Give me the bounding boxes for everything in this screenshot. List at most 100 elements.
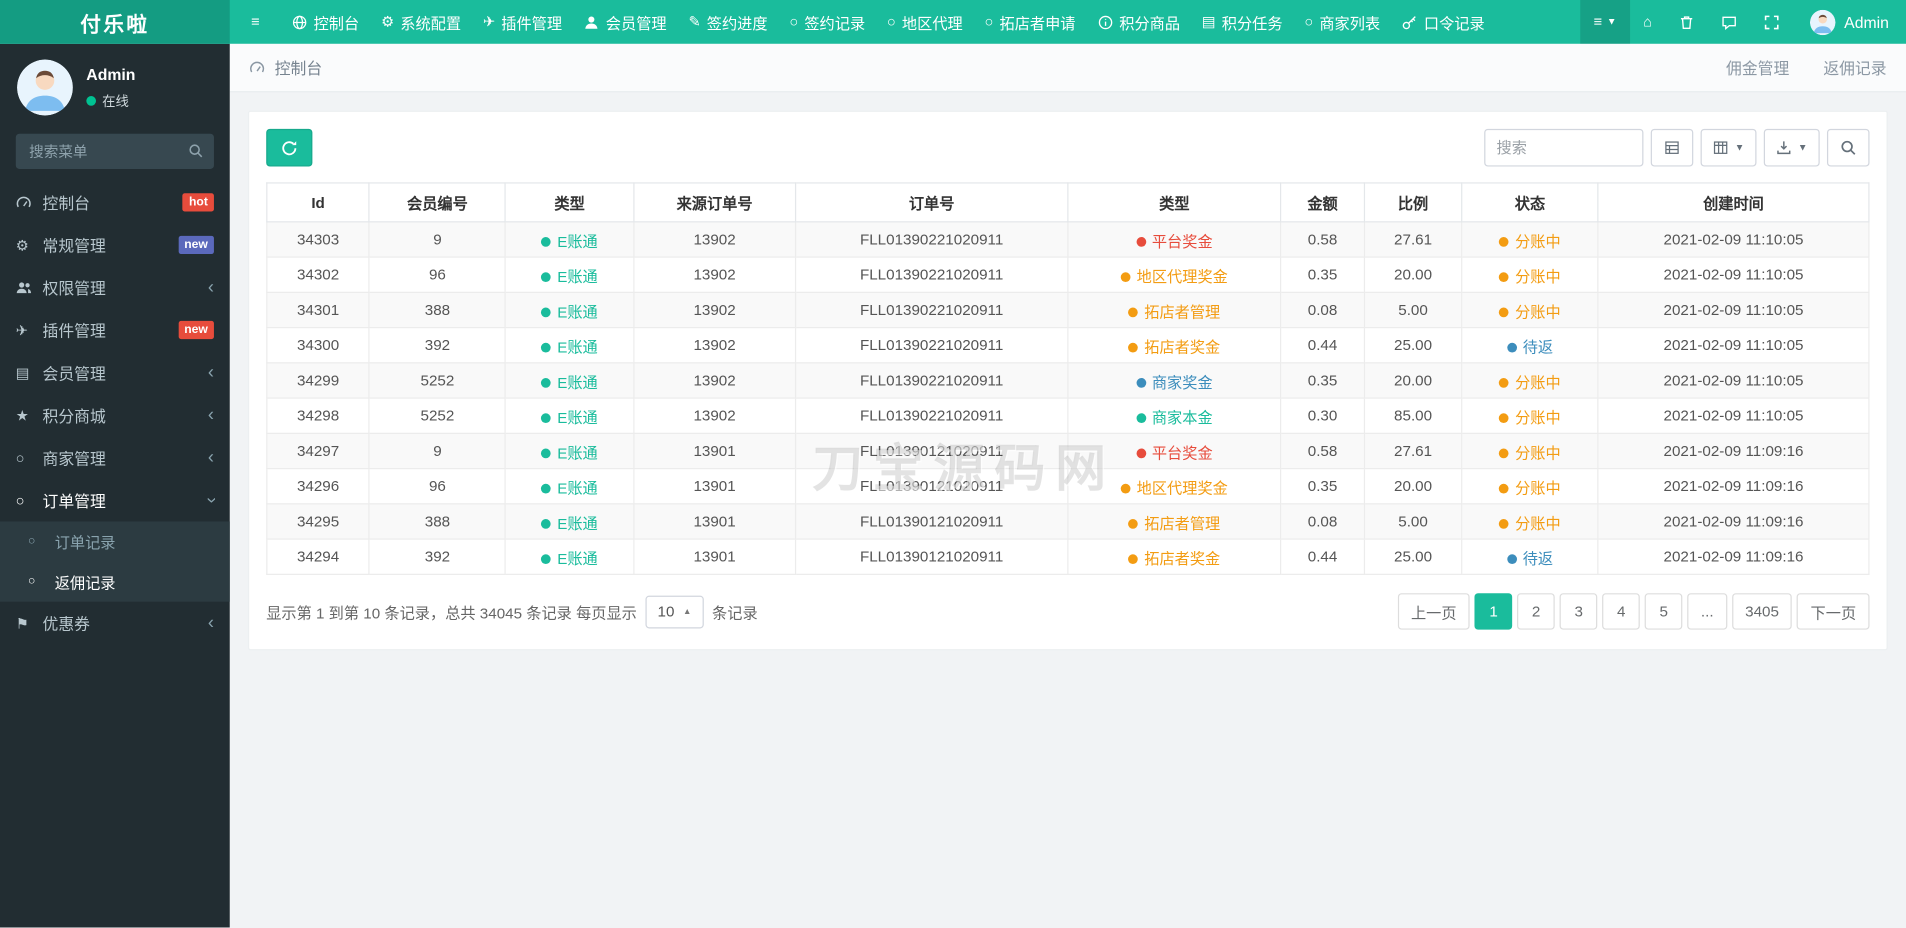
top-nav-item-addon-manage[interactable]: ✈ 插件管理 bbox=[472, 0, 573, 44]
status-dot-icon bbox=[1499, 378, 1510, 388]
account-type-link[interactable]: E账通 bbox=[541, 374, 598, 391]
fullscreen-button[interactable] bbox=[1751, 0, 1794, 44]
sidebar-item-general-manage[interactable]: ⚙ 常规管理 new bbox=[0, 224, 230, 267]
account-type-link[interactable]: E账通 bbox=[541, 515, 598, 532]
account-type-link[interactable]: E账通 bbox=[541, 550, 598, 567]
user-menu[interactable]: Admin bbox=[1793, 0, 1906, 44]
page-button-3405[interactable]: 3405 bbox=[1731, 593, 1793, 630]
account-type-link[interactable]: E账通 bbox=[541, 268, 598, 285]
top-nav-item-system-config[interactable]: ⚙ 系统配置 bbox=[370, 0, 472, 44]
message-button[interactable] bbox=[1708, 0, 1751, 44]
cell-created-at: 2021-02-09 11:09:16 bbox=[1597, 467, 1870, 505]
account-type-link[interactable]: E账通 bbox=[541, 303, 598, 320]
username-label: Admin bbox=[1844, 12, 1889, 31]
refresh-button[interactable] bbox=[266, 128, 313, 167]
account-type-link[interactable]: E账通 bbox=[541, 480, 598, 497]
top-nav-item-member-manage[interactable]: 会员管理 bbox=[573, 0, 678, 44]
top-nav-item-token-records[interactable]: 口令记录 bbox=[1391, 0, 1496, 44]
status-label: 分账中 bbox=[1499, 480, 1561, 497]
table-row: 34294 392 E账通 13901 FLL01390121020911 拓店者奖金 0.… bbox=[266, 538, 1870, 575]
page: 付乐啦 ≡ 控制台 ⚙ 系统配置 ✈ 插件管理 会员管理 ✎ 签约进度 ○ 签约记录 ○ 地区代理 ○ 拓… bbox=[0, 0, 1906, 928]
account-type-link[interactable]: E账通 bbox=[541, 233, 598, 250]
prev-page-button[interactable]: 上一页 bbox=[1397, 593, 1470, 630]
breadcrumb[interactable]: 控制台 bbox=[249, 56, 322, 79]
sidebar-item-auth-manage[interactable]: 权限管理 ‹ bbox=[0, 266, 230, 309]
table-row: 34298 5252 E账通 13902 FLL01390221020911 商家本金 0.… bbox=[266, 397, 1870, 434]
top-nav-item-shop-applicant[interactable]: ○ 拓店者申请 bbox=[974, 0, 1087, 44]
cell-bonus-type: 拓店者奖金 bbox=[1067, 538, 1282, 575]
top-nav-item-console[interactable]: 控制台 bbox=[281, 0, 370, 44]
page-button-4[interactable]: 4 bbox=[1602, 593, 1641, 630]
sidebar-subitem-commission-records[interactable]: ○ 返佣记录 bbox=[0, 562, 230, 602]
page-button-1[interactable]: 1 bbox=[1474, 593, 1513, 630]
sidebar-subitem-order-records[interactable]: ○ 订单记录 bbox=[0, 521, 230, 561]
top-nav-item-sign-progress[interactable]: ✎ 签约进度 bbox=[678, 0, 779, 44]
dashboard-icon bbox=[249, 60, 265, 76]
status-dot-icon bbox=[1136, 237, 1146, 247]
plane-icon: ✈ bbox=[482, 13, 496, 31]
sidebar-toggle-button[interactable]: ≡ bbox=[230, 0, 281, 44]
brand-logo[interactable]: 付乐啦 bbox=[0, 0, 230, 44]
next-page-button[interactable]: 下一页 bbox=[1797, 593, 1870, 630]
top-nav-item-label: 拓店者申请 bbox=[999, 15, 1076, 33]
layout-menu-button[interactable]: ≡ ▼ bbox=[1580, 0, 1630, 44]
account-type-link[interactable]: E账通 bbox=[541, 339, 598, 356]
status-dot-icon bbox=[1499, 237, 1510, 247]
sidebar-item-score-mall[interactable]: ★ 积分商城 ‹ bbox=[0, 394, 230, 437]
column-header: 创建时间 bbox=[1597, 182, 1870, 223]
cell-source-order: 13902 bbox=[633, 291, 797, 329]
sidebar-item-merchant-manage[interactable]: ○ 商家管理 ‹ bbox=[0, 436, 230, 479]
cell-status: 待返 bbox=[1461, 538, 1599, 575]
refresh-icon bbox=[281, 139, 298, 156]
table-row: 34301 388 E账通 13902 FLL01390221020911 拓店者管理 0.… bbox=[266, 291, 1870, 329]
cell-ratio: 25.00 bbox=[1363, 326, 1463, 364]
clear-cache-button[interactable] bbox=[1665, 0, 1708, 44]
cell-order-no: FLL01390221020911 bbox=[794, 326, 1069, 364]
sidebar-item-coupon[interactable]: ⚑ 优惠券 ‹ bbox=[0, 602, 230, 645]
columns-button[interactable]: ▼ bbox=[1700, 128, 1757, 167]
search-submit-button[interactable] bbox=[1826, 128, 1870, 167]
sidebar-search bbox=[15, 133, 214, 169]
home-button[interactable]: ⌂ bbox=[1630, 0, 1666, 44]
sidebar-item-member-manage[interactable]: ▤ 会员管理 ‹ bbox=[0, 351, 230, 394]
top-nav-item-sign-records[interactable]: ○ 签约记录 bbox=[779, 0, 877, 44]
sidebar-search-input[interactable] bbox=[15, 133, 214, 169]
cell-account-type: E账通 bbox=[504, 467, 635, 505]
chevron-left-icon: ‹ bbox=[207, 362, 214, 383]
cell-account-type: E账通 bbox=[504, 256, 635, 293]
cell-account-type: E账通 bbox=[504, 362, 635, 399]
cell-order-no: FLL01390121020911 bbox=[794, 467, 1069, 505]
page-button-ellipsis[interactable]: ... bbox=[1687, 593, 1727, 630]
cell-member-no: 9 bbox=[368, 432, 507, 470]
circle-icon: ○ bbox=[1304, 13, 1314, 31]
sidebar-item-order-manage[interactable]: ○ 订单管理 ‹ bbox=[0, 479, 230, 522]
page-button-5[interactable]: 5 bbox=[1644, 593, 1683, 630]
sidebar-item-dashboard[interactable]: 控制台 hot bbox=[0, 181, 230, 224]
star-icon: ★ bbox=[15, 406, 29, 424]
page-button-2[interactable]: 2 bbox=[1517, 593, 1556, 630]
list-icon: ▤ bbox=[1201, 13, 1216, 31]
online-dot-icon bbox=[86, 95, 97, 106]
sidebar-item-addon-manage[interactable]: ✈ 插件管理 new bbox=[0, 309, 230, 352]
bonus-type-label: 地区代理奖金 bbox=[1120, 268, 1228, 285]
key-icon bbox=[1402, 14, 1418, 30]
export-button[interactable]: ▼ bbox=[1763, 128, 1820, 167]
account-type-link[interactable]: E账通 bbox=[541, 444, 598, 461]
top-nav-item-region-agent[interactable]: ○ 地区代理 bbox=[876, 0, 974, 44]
page-size-select[interactable]: 10 ▲ bbox=[645, 595, 704, 628]
cell-status: 分账中 bbox=[1461, 503, 1599, 540]
top-nav-item-score-tasks[interactable]: ▤ 积分任务 bbox=[1191, 0, 1294, 44]
chevron-left-icon: ‹ bbox=[207, 277, 214, 298]
top-nav-item-score-goods[interactable]: 积分商品 bbox=[1086, 0, 1191, 44]
status-label: 分账中 bbox=[1499, 303, 1561, 320]
cell-bonus-type: 拓店者管理 bbox=[1067, 503, 1282, 540]
table-search-input[interactable] bbox=[1484, 128, 1644, 167]
toggle-view-button[interactable] bbox=[1650, 128, 1694, 167]
sidebar-profile: Admin 在线 bbox=[0, 44, 230, 127]
circle-icon: ○ bbox=[27, 574, 36, 588]
page-button-3[interactable]: 3 bbox=[1559, 593, 1598, 630]
circle-icon: ○ bbox=[887, 13, 896, 31]
top-nav-item-merchant-list[interactable]: ○ 商家列表 bbox=[1294, 0, 1392, 44]
account-type-link[interactable]: E账通 bbox=[541, 409, 598, 426]
records-table: Id 会员编号 类型 来源订单号 订单号 类型 金额 比例 状态 创建时间 34303 9 E账通 13… bbox=[266, 182, 1870, 575]
